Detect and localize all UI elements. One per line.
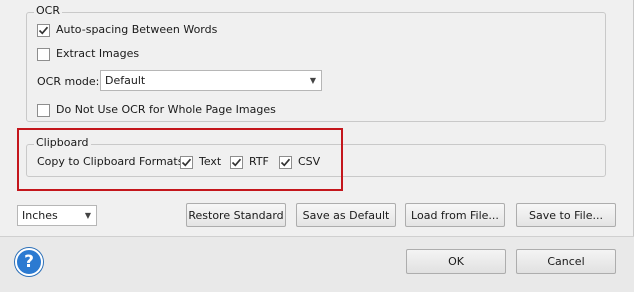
ocr-mode-label: OCR mode: bbox=[37, 75, 99, 89]
extract-images-box bbox=[37, 47, 50, 61]
ocr-group-label: OCR bbox=[34, 4, 62, 17]
cancel-button[interactable]: Cancel bbox=[516, 249, 616, 274]
auto-spacing-check-icon bbox=[37, 23, 50, 37]
chevron-down-icon: ▼ bbox=[309, 76, 317, 85]
extract-images-checkbox[interactable]: Extract Images bbox=[37, 47, 139, 61]
units-select[interactable]: Inches ▼ bbox=[17, 205, 97, 226]
help-icon[interactable]: ? bbox=[15, 248, 43, 276]
ocr-mode-label-text: OCR mode: bbox=[37, 75, 100, 88]
no-ocr-whole-page-checkbox[interactable]: Do Not Use OCR for Whole Page Images bbox=[37, 103, 276, 117]
load-from-file-button[interactable]: Load from File... bbox=[405, 203, 505, 227]
save-to-file-button[interactable]: Save to File... bbox=[516, 203, 616, 227]
no-ocr-whole-page-box bbox=[37, 103, 50, 117]
chevron-down-icon: ▼ bbox=[84, 211, 92, 220]
ok-button[interactable]: OK bbox=[406, 249, 506, 274]
units-value: Inches bbox=[22, 209, 58, 222]
restore-standard-button[interactable]: Restore Standard bbox=[186, 203, 286, 227]
extract-images-label: Extract Images bbox=[56, 47, 140, 60]
ocr-mode-select[interactable]: Default ▼ bbox=[100, 70, 322, 91]
auto-spacing-checkbox[interactable]: Auto-spacing Between Words bbox=[37, 23, 217, 37]
clipboard-highlight-box bbox=[17, 128, 343, 191]
footer-divider bbox=[0, 236, 634, 237]
settings-panel: OCR Auto-spacing Between Words Extract I… bbox=[0, 0, 634, 236]
save-as-default-button[interactable]: Save as Default bbox=[296, 203, 396, 227]
no-ocr-whole-page-label: Do Not Use OCR for Whole Page Images bbox=[56, 103, 276, 116]
auto-spacing-label: Auto-spacing Between Words bbox=[56, 23, 218, 36]
ocr-mode-value: Default bbox=[105, 74, 146, 87]
